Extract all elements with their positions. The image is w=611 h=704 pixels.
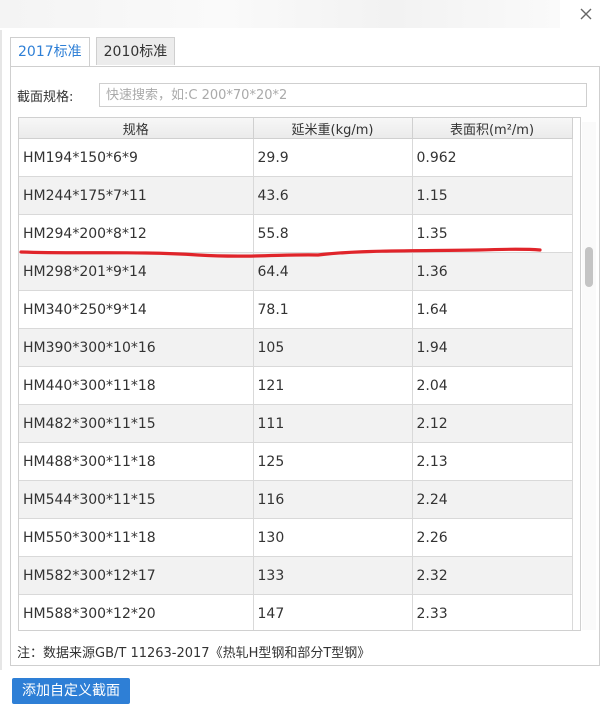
scrollbar-thumb[interactable] (585, 247, 593, 287)
cell-weight: 111 (253, 404, 413, 443)
cell-spec: HM194*150*6*9 (19, 138, 254, 177)
table-row[interactable]: HM544*300*11*15 116 2.24 (19, 480, 573, 519)
table-row[interactable]: HM588*300*12*20 147 2.33 (19, 594, 573, 630)
search-label: 截面规格: (17, 89, 74, 105)
cell-area: 1.64 (412, 290, 573, 329)
cell-area: 1.15 (412, 176, 573, 215)
cell-weight: 147 (253, 594, 413, 630)
search-row: 截面规格: (17, 83, 587, 107)
cell-area: 1.35 (412, 214, 573, 253)
background-title-area (0, 0, 560, 28)
cell-weight: 64.4 (253, 252, 413, 291)
add-custom-section-button[interactable]: 添加自定义截面 (12, 678, 130, 704)
table-row[interactable]: HM194*150*6*9 29.9 0.962 (19, 138, 573, 177)
cell-weight: 78.1 (253, 290, 413, 329)
table-scrollbar[interactable] (582, 122, 596, 630)
tab-2017[interactable]: 2017标准 (10, 37, 90, 67)
cell-spec: HM582*300*12*17 (19, 556, 254, 595)
cell-spec: HM488*300*11*18 (19, 442, 254, 481)
section-table: 规格 延米重(kg/m) 表面积(m²/m) HM194*150*6*9 29.9… (18, 117, 581, 631)
close-icon (580, 8, 592, 20)
table-row[interactable]: HM298*201*9*14 64.4 1.36 (19, 252, 573, 291)
cell-area: 2.33 (412, 594, 573, 630)
cell-spec: HM482*300*11*15 (19, 404, 254, 443)
cell-weight: 116 (253, 480, 413, 519)
table-row[interactable]: HM582*300*12*17 133 2.32 (19, 556, 573, 595)
table-row[interactable]: HM340*250*9*14 78.1 1.64 (19, 290, 573, 329)
table-row[interactable]: HM440*300*11*18 121 2.04 (19, 366, 573, 405)
table-row[interactable]: HM294*200*8*12 55.8 1.35 (19, 214, 573, 253)
table-row[interactable]: HM390*300*10*16 105 1.94 (19, 328, 573, 367)
table-row[interactable]: HM550*300*11*18 130 2.26 (19, 518, 573, 557)
cell-spec: HM544*300*11*15 (19, 480, 254, 519)
cell-area: 0.962 (412, 138, 573, 177)
cell-spec: HM294*200*8*12 (19, 214, 254, 253)
cell-spec: HM298*201*9*14 (19, 252, 254, 291)
cell-weight: 121 (253, 366, 413, 405)
window-edge (0, 30, 2, 670)
cell-area: 2.32 (412, 556, 573, 595)
cell-area: 2.24 (412, 480, 573, 519)
cell-area: 1.36 (412, 252, 573, 291)
table-row[interactable]: HM244*175*7*11 43.6 1.15 (19, 176, 573, 215)
cell-weight: 130 (253, 518, 413, 557)
cell-weight: 43.6 (253, 176, 413, 215)
cell-area: 2.13 (412, 442, 573, 481)
cell-spec: HM550*300*11*18 (19, 518, 254, 557)
cell-spec: HM244*175*7*11 (19, 176, 254, 215)
column-header-weight[interactable]: 延米重(kg/m) (253, 118, 413, 139)
cell-weight: 125 (253, 442, 413, 481)
cell-area: 2.04 (412, 366, 573, 405)
cell-weight: 55.8 (253, 214, 413, 253)
cell-spec: HM390*300*10*16 (19, 328, 254, 367)
tab-panel: 截面规格: 规格 延米重(kg/m) 表面积(m²/m) HM194*150*6… (10, 66, 600, 666)
cell-area: 2.26 (412, 518, 573, 557)
cell-spec: HM440*300*11*18 (19, 366, 254, 405)
cell-area: 2.12 (412, 404, 573, 443)
table-row[interactable]: HM482*300*11*15 111 2.12 (19, 404, 573, 443)
cell-weight: 133 (253, 556, 413, 595)
cell-area: 1.94 (412, 328, 573, 367)
column-header-area[interactable]: 表面积(m²/m) (412, 118, 573, 139)
close-button[interactable] (576, 4, 596, 24)
cell-spec: HM340*250*9*14 (19, 290, 254, 329)
tab-2010[interactable]: 2010标准 (95, 37, 176, 65)
data-source-note: 注：数据来源GB/T 11263-2017《热轧H型钢和部分T型钢》 (17, 646, 371, 661)
standard-tabs: 2017标准 2010标准 (10, 37, 176, 67)
table-row[interactable]: HM488*300*11*18 125 2.13 (19, 442, 573, 481)
cell-spec: HM588*300*12*20 (19, 594, 254, 630)
table-header-row: 规格 延米重(kg/m) 表面积(m²/m) (19, 118, 573, 139)
column-header-spec[interactable]: 规格 (19, 118, 254, 139)
search-input[interactable] (99, 83, 587, 107)
cell-weight: 29.9 (253, 138, 413, 177)
cell-weight: 105 (253, 328, 413, 367)
